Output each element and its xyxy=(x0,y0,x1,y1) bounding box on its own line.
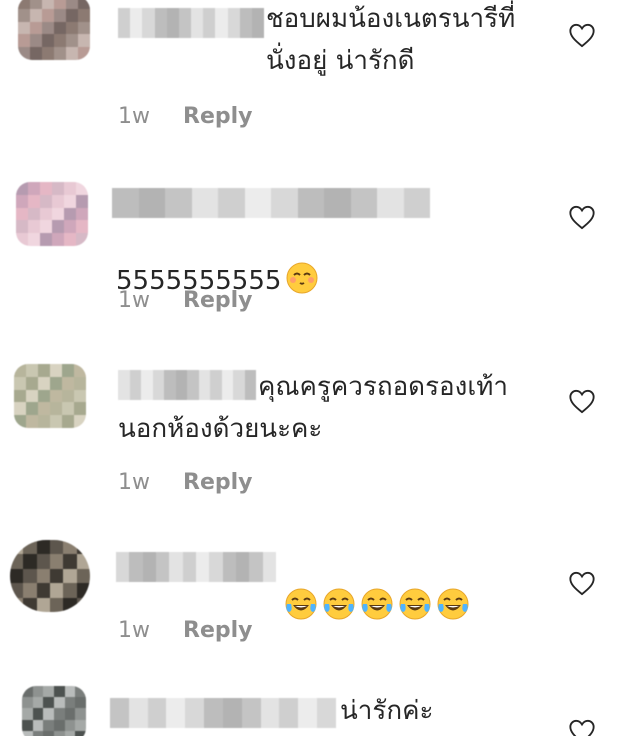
username-blurred[interactable] xyxy=(110,698,336,728)
face-with-tears-of-joy-emoji xyxy=(322,587,356,621)
heart-outline-icon[interactable] xyxy=(568,204,596,230)
comment-time: 1w xyxy=(118,104,150,129)
kissing-face-with-closed-eyes-emoji xyxy=(286,262,318,294)
comment-meta: 1w Reply xyxy=(118,104,253,129)
comment-text: คุณครูควรถอดรองเท้า นอกห้องด้วยนะคะ xyxy=(118,372,508,444)
face-with-tears-of-joy-emoji xyxy=(284,587,318,621)
username-blurred[interactable] xyxy=(116,552,276,582)
heart-outline-icon[interactable] xyxy=(568,570,596,596)
comment-item: 5555555555 1w Reply xyxy=(0,180,640,340)
emoji-row xyxy=(280,588,470,622)
reply-button[interactable]: Reply xyxy=(183,618,253,643)
comment-feed: ชอบผมน้องเนตรนารีที่ นั่งอยู่ น่ารักดี 1… xyxy=(0,0,640,736)
avatar[interactable] xyxy=(18,0,90,60)
reply-button[interactable]: Reply xyxy=(183,288,253,313)
avatar[interactable] xyxy=(16,182,88,246)
avatar[interactable] xyxy=(22,686,86,736)
face-with-tears-of-joy-emoji xyxy=(398,587,432,621)
comment-meta: 1w Reply xyxy=(118,288,253,313)
heart-outline-icon[interactable] xyxy=(568,718,596,736)
comment-item: 1w Reply xyxy=(0,536,640,676)
comment-time: 1w xyxy=(118,470,150,495)
comment-meta: 1w Reply xyxy=(118,470,253,495)
reply-button[interactable]: Reply xyxy=(183,104,253,129)
comment-text: ชอบผมน้องเนตรนารีที่ นั่งอยู่ น่ารักดี xyxy=(266,4,516,76)
comment-time: 1w xyxy=(118,618,150,643)
avatar[interactable] xyxy=(10,540,90,612)
username-blurred[interactable] xyxy=(118,8,265,38)
face-with-tears-of-joy-emoji xyxy=(360,587,394,621)
comment-item: คุณครูควรถอดรองเท้า นอกห้องด้วยนะคะ 1w R… xyxy=(0,360,640,520)
comment-time: 1w xyxy=(118,288,150,313)
heart-outline-icon[interactable] xyxy=(568,388,596,414)
comment-text: น่ารักค่ะ xyxy=(340,696,434,726)
comment-item: ชอบผมน้องเนตรนารีที่ นั่งอยู่ น่ารักดี 1… xyxy=(0,0,640,160)
comment-item: น่ารักค่ะ xyxy=(0,684,640,736)
reply-button[interactable]: Reply xyxy=(183,470,253,495)
comment-meta: 1w Reply xyxy=(118,618,253,643)
heart-outline-icon[interactable] xyxy=(568,22,596,48)
face-with-tears-of-joy-emoji xyxy=(436,587,470,621)
avatar[interactable] xyxy=(14,364,86,428)
comment-text xyxy=(280,544,540,628)
username-blurred[interactable] xyxy=(112,188,430,218)
